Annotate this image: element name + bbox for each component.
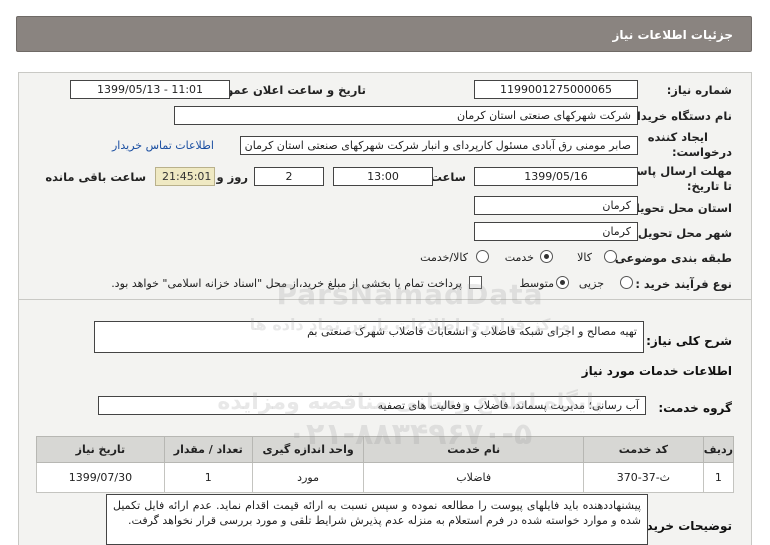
page-header: جزئیات اطلاعات نیاز (16, 16, 752, 52)
province-label: استان محل تحویل: (625, 201, 732, 215)
process-radio-minor[interactable] (620, 276, 633, 289)
service-group-field[interactable]: آب رسانی؛ مدیریت پسماند، فاضلاب و فعالیت… (98, 396, 646, 415)
category-label: طبقه بندی موضوعی: (610, 251, 732, 265)
category-radio-goods[interactable] (604, 250, 617, 263)
deadline-label-line2: تا تاریخ: (686, 179, 732, 193)
process-option-minor: جزیی (578, 277, 604, 290)
cell-unit: مورد (251, 462, 365, 493)
cell-row: 1 (702, 462, 735, 493)
category-radio-service[interactable] (540, 250, 553, 263)
summary-field[interactable]: تهیه مصالح و اجرای شبکه فاضلاب و انشعابا… (94, 321, 644, 353)
remaining-label: ساعت باقی مانده (45, 170, 146, 184)
category-option-goods-service: کالا/خدمت (420, 251, 468, 264)
buyer-field[interactable]: شرکت شهرکهای صنعتی استان کرمان (174, 106, 638, 125)
creator-label-line2: درخواست: (671, 145, 732, 159)
payment-note: پرداخت تمام یا بخشی از مبلغ خرید،از محل … (111, 277, 462, 290)
creator-field[interactable]: صابر مومنی رق آبادی مسئول کارپردای و انب… (240, 136, 638, 155)
page-title: جزئیات اطلاعات نیاز (612, 28, 733, 42)
remaining-time-field: 21:45:01 (155, 167, 215, 186)
table-row[interactable]: 1 ث-37-370 فاضلاب مورد 1 1399/07/30 (36, 462, 735, 493)
need-number-label: شماره نیاز: (666, 83, 732, 97)
service-group-label: گروه خدمت: (658, 401, 732, 415)
col-quantity-header: تعداد / مقدار (163, 436, 253, 463)
summary-label: شرح کلی نیاز: (646, 334, 732, 348)
deadline-label-line1: مهلت ارسال پاسخ: (623, 164, 732, 178)
province-field[interactable]: کرمان (474, 196, 638, 215)
services-section-title: اطلاعات خدمات مورد نیاز (581, 364, 732, 378)
col-unit-header: واحد اندازه گیری (251, 436, 365, 463)
process-label: نوع فرآیند خرید : (635, 277, 732, 291)
col-service-code-header: کد خدمت (582, 436, 704, 463)
buyer-notes-field[interactable]: پیشنهاددهنده باید فایلهای پیوست را مطالع… (106, 494, 648, 545)
cell-service-code: ث-37-370 (582, 462, 704, 493)
col-service-name-header: نام خدمت (363, 436, 584, 463)
category-radio-goods-service[interactable] (476, 250, 489, 263)
table-header-row: ردیف کد خدمت نام خدمت واحد اندازه گیری ت… (36, 436, 735, 463)
city-field[interactable]: کرمان (474, 222, 638, 241)
services-table: ردیف کد خدمت نام خدمت واحد اندازه گیری ت… (36, 436, 735, 493)
process-radio-medium[interactable] (556, 276, 569, 289)
treasury-payment-checkbox[interactable] (469, 276, 482, 289)
process-option-medium: متوسط (519, 277, 554, 290)
cell-service-name: فاضلاب (363, 462, 584, 493)
col-row-header: ردیف (702, 436, 735, 463)
city-label: شهر محل تحویل: (633, 226, 732, 240)
buyer-label: نام دستگاه خریدار: (625, 109, 732, 123)
category-option-service: خدمت (504, 251, 534, 264)
cell-quantity: 1 (163, 462, 253, 493)
days-field[interactable]: 2 (254, 167, 324, 186)
col-need-date-header: تاریخ نیاز (36, 436, 165, 463)
days-label: روز و (216, 170, 248, 184)
deadline-date-field[interactable]: 1399/05/16 (474, 167, 638, 186)
deadline-time-field[interactable]: 13:00 (333, 167, 433, 186)
category-option-goods: کالا (577, 251, 592, 264)
buyer-contact-link[interactable]: اطلاعات تماس خریدار (112, 139, 214, 152)
need-number-field[interactable]: 1199001275000065 (474, 80, 638, 99)
deadline-time-label: ساعت (430, 170, 466, 184)
cell-need-date: 1399/07/30 (36, 462, 165, 493)
announce-field[interactable]: 1399/05/13 - 11:01 (70, 80, 230, 99)
creator-label-line1: ایجاد کننده (647, 130, 708, 144)
